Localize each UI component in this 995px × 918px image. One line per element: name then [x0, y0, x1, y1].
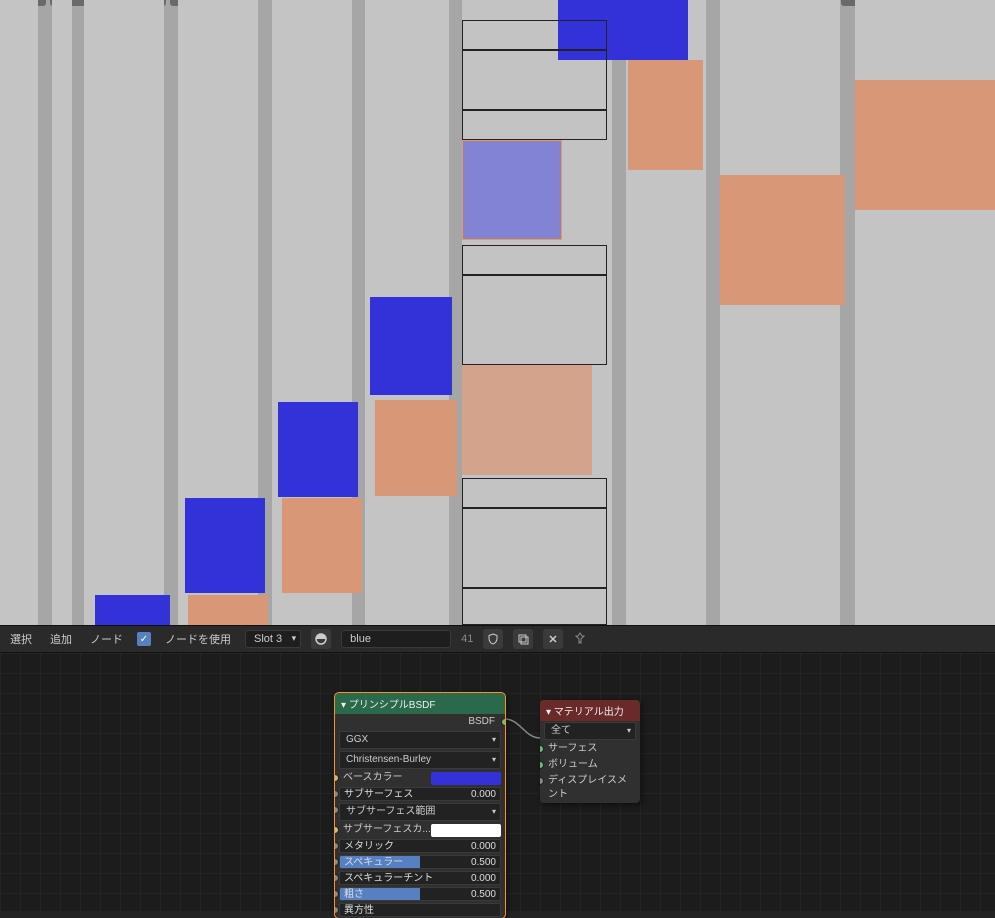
- scene-wireframe: [462, 478, 607, 508]
- scene-block: [95, 595, 170, 625]
- scene-wireframe: [462, 245, 607, 275]
- scene-wireframe: [462, 588, 607, 625]
- surface-label: サーフェス: [544, 742, 636, 756]
- output-target-dropdown[interactable]: 全て: [544, 722, 636, 740]
- base-color-swatch[interactable]: [431, 772, 501, 785]
- scene-wireframe: [462, 508, 607, 588]
- scene-block: [720, 175, 845, 305]
- scene-block: [628, 60, 703, 170]
- metallic-slider[interactable]: メタリック 0.000: [339, 839, 501, 853]
- principled-bsdf-node[interactable]: ▾ プリンシプルBSDF BSDF GGX Christensen-Burley…: [335, 693, 505, 918]
- scene-block: [855, 80, 995, 210]
- subsurface-radius-dropdown[interactable]: サブサーフェス範囲: [339, 803, 501, 821]
- scene-block: [462, 365, 592, 475]
- scene-block: [370, 297, 452, 395]
- subsurface-color-label: サブサーフェスカ...: [339, 823, 431, 837]
- scene-block: [282, 498, 362, 593]
- specular-tint-slider[interactable]: スペキュラーチント 0.000: [339, 871, 501, 885]
- use-nodes-checkbox[interactable]: ✓: [137, 632, 151, 646]
- node-header[interactable]: ▾ マテリアル出力: [540, 700, 640, 721]
- scene-pillar: [84, 0, 164, 625]
- subsurface-method-dropdown[interactable]: Christensen-Burley: [339, 751, 501, 769]
- anisotropic-slider[interactable]: 異方性: [339, 903, 501, 917]
- bsdf-output-socket[interactable]: [501, 718, 505, 726]
- scene-wireframe: [462, 20, 607, 50]
- material-browse-icon[interactable]: [311, 629, 331, 649]
- new-material-icon[interactable]: [513, 629, 533, 649]
- menu-select[interactable]: 選択: [6, 629, 36, 649]
- use-nodes-label[interactable]: ノードを使用: [161, 629, 235, 649]
- distribution-dropdown[interactable]: GGX: [339, 731, 501, 749]
- scene-selected-block: [462, 140, 562, 240]
- node-editor-toolbar: 選択 追加 ノード ✓ ノードを使用 Slot 3 blue 41: [0, 625, 995, 653]
- scene-wireframe: [462, 110, 607, 140]
- scene-block: [278, 402, 358, 497]
- menu-add[interactable]: 追加: [46, 629, 76, 649]
- material-slot-dropdown[interactable]: Slot 3: [245, 630, 301, 648]
- scene-pillar: [720, 0, 840, 625]
- scene-pillar: [52, 0, 72, 625]
- displacement-label: ディスプレイスメント: [544, 774, 636, 802]
- volume-label: ボリューム: [544, 758, 636, 772]
- scene-block: [375, 400, 457, 496]
- menu-node[interactable]: ノード: [86, 629, 127, 649]
- roughness-slider[interactable]: 粗さ 0.500: [339, 887, 501, 901]
- subsurface-slider[interactable]: サブサーフェス 0.000: [339, 787, 501, 801]
- bsdf-output-label: BSDF: [468, 715, 501, 729]
- scene-pillar: [0, 0, 38, 625]
- scene-block: [185, 498, 265, 593]
- scene-wireframe: [462, 50, 607, 110]
- base-color-label: ベースカラー: [339, 771, 431, 785]
- scene-wireframe: [462, 275, 607, 365]
- subsurface-color-swatch[interactable]: [431, 824, 501, 837]
- node-editor[interactable]: ▾ プリンシプルBSDF BSDF GGX Christensen-Burley…: [0, 653, 995, 911]
- pin-icon[interactable]: [573, 631, 587, 648]
- delete-material-icon[interactable]: [543, 629, 563, 649]
- shield-icon[interactable]: [483, 629, 503, 649]
- scene-block: [188, 595, 268, 625]
- specular-slider[interactable]: スペキュラー 0.500: [339, 855, 501, 869]
- 3d-viewport[interactable]: [0, 0, 995, 625]
- node-header[interactable]: ▾ プリンシプルBSDF: [335, 693, 505, 714]
- material-users-count: 41: [461, 633, 473, 645]
- material-name-input[interactable]: blue: [341, 630, 451, 648]
- material-output-node[interactable]: ▾ マテリアル出力 全て サーフェス ボリューム ディスプレイスメント: [540, 700, 640, 803]
